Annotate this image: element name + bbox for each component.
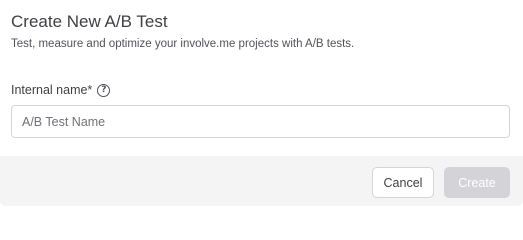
internal-name-input[interactable] [11, 105, 510, 138]
internal-name-label: Internal name* [11, 83, 93, 97]
create-ab-test-modal: Create New A/B Test Test, measure and op… [0, 0, 523, 206]
internal-name-label-row: Internal name* ? [11, 82, 111, 98]
modal-body: Create New A/B Test Test, measure and op… [0, 0, 523, 156]
modal-footer: Cancel Create [0, 156, 523, 206]
question-circle-icon[interactable]: ? [97, 83, 111, 97]
create-button[interactable]: Create [444, 167, 510, 198]
cancel-button[interactable]: Cancel [372, 167, 434, 198]
modal-subtitle: Test, measure and optimize your involve.… [11, 38, 355, 50]
modal-title: Create New A/B Test [11, 12, 168, 31]
